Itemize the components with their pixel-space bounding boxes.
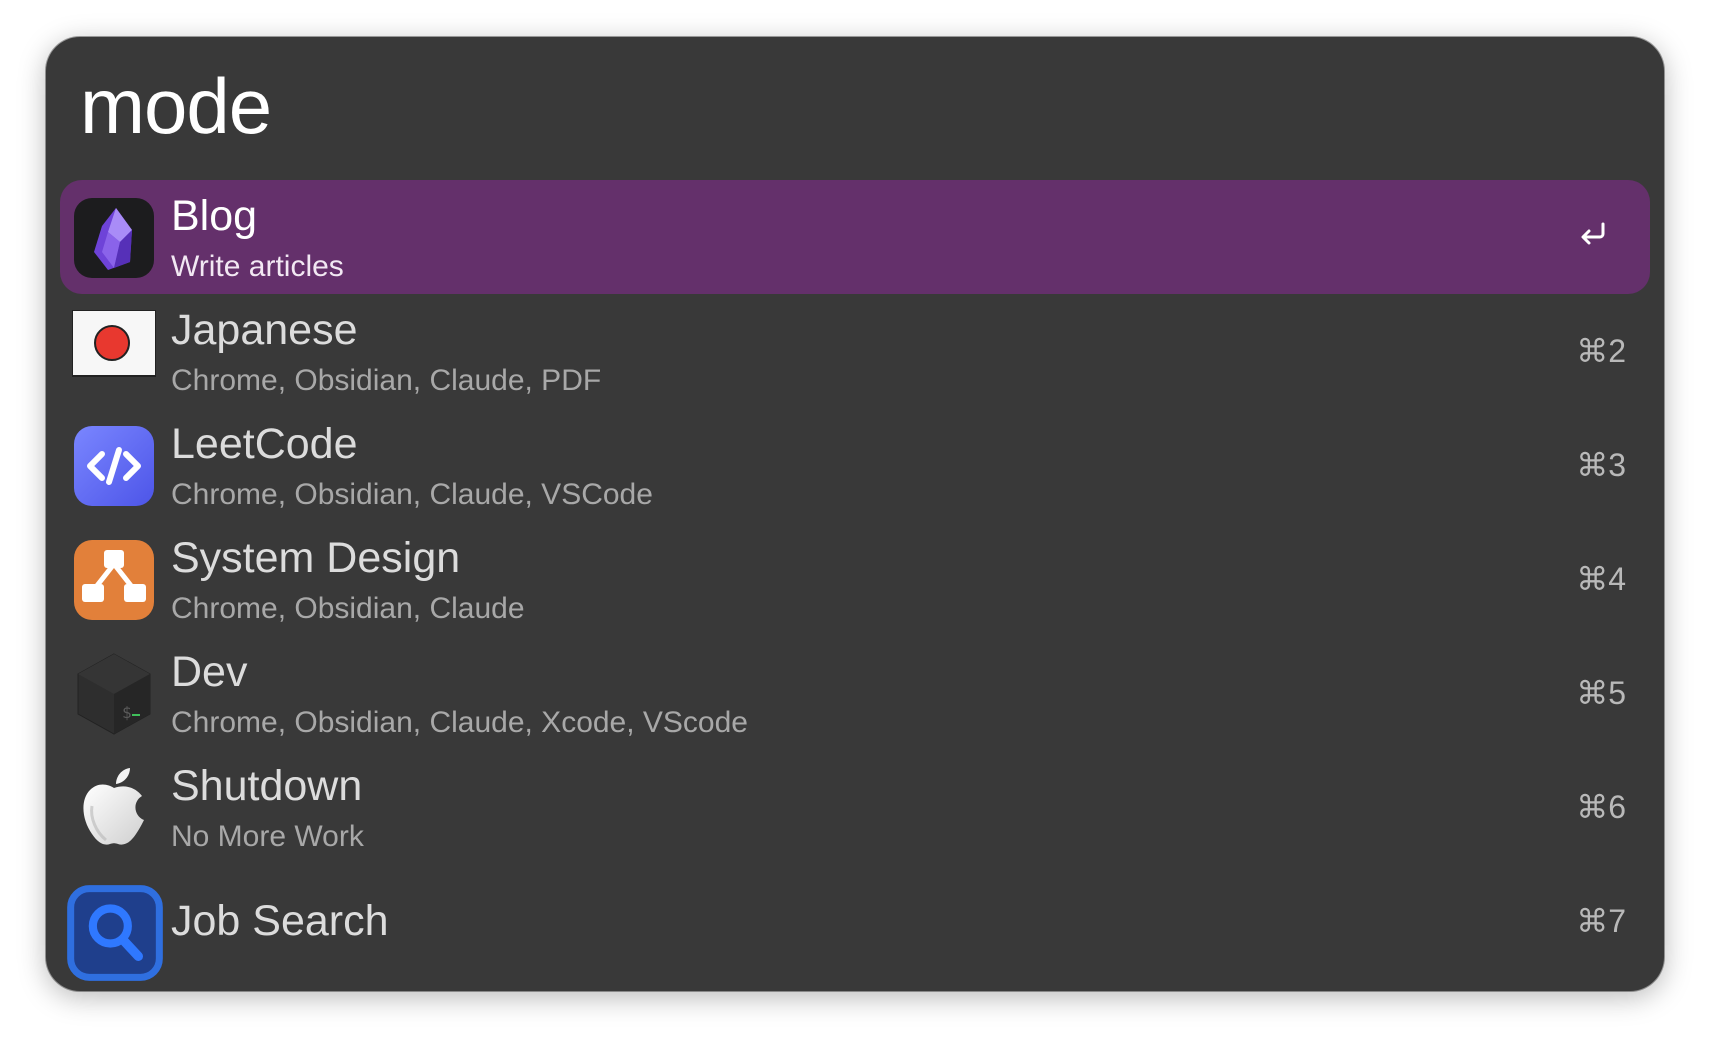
terminal-icon: $	[77, 653, 151, 735]
search-query-input[interactable]: mode	[80, 67, 272, 145]
shortcut-hint: ⌘7	[1576, 903, 1626, 939]
result-subtitle: Chrome, Obsidian, Claude	[171, 592, 525, 625]
code-icon	[74, 426, 154, 506]
apple-icon	[83, 768, 144, 845]
result-item-shutdown[interactable]: Shutdown No More Work ⌘6	[60, 750, 1650, 864]
diagram-icon	[74, 540, 154, 620]
result-subtitle: No More Work	[171, 820, 364, 853]
shortcut-hint: ⌘5	[1576, 675, 1626, 711]
result-title: Japanese	[171, 306, 358, 354]
result-item-system-design[interactable]: System Design Chrome, Obsidian, Claude ⌘…	[60, 522, 1650, 636]
result-title: System Design	[171, 534, 461, 582]
result-item-leetcode[interactable]: LeetCode Chrome, Obsidian, Claude, VSCod…	[60, 408, 1650, 522]
magnifier-icon	[67, 885, 163, 981]
results-list: Blog Write articles Japanese Chrome, Obs…	[60, 180, 1650, 981]
result-item-job-search[interactable]: Job Search ⌘7	[60, 864, 1650, 981]
result-subtitle: Chrome, Obsidian, Claude, Xcode, VScode	[171, 706, 748, 739]
shortcut-hint: ⌘6	[1576, 789, 1626, 825]
shortcut-hint: ⌘3	[1576, 447, 1626, 483]
launcher-window: mode Blog Write articles Japanese Chrome…	[46, 37, 1664, 991]
result-subtitle: Write articles	[171, 250, 344, 283]
svg-text:$: $	[122, 703, 132, 722]
result-title: Job Search	[171, 897, 389, 945]
result-title: Shutdown	[171, 762, 363, 810]
result-title: Dev	[171, 648, 248, 696]
return-key-icon	[1581, 222, 1605, 245]
obsidian-icon	[74, 198, 154, 278]
result-item-japanese[interactable]: Japanese Chrome, Obsidian, Claude, PDF ⌘…	[60, 294, 1650, 408]
result-title: Blog	[171, 192, 258, 240]
result-subtitle: Chrome, Obsidian, Claude, VSCode	[171, 478, 653, 511]
result-item-blog[interactable]: Blog Write articles	[60, 180, 1650, 294]
result-subtitle: Chrome, Obsidian, Claude, PDF	[171, 364, 602, 397]
shortcut-hint: ⌘4	[1576, 561, 1626, 597]
shortcut-hint: ⌘2	[1576, 333, 1626, 369]
result-item-dev[interactable]: $ Dev Chrome, Obsidian, Claude, Xcode, V…	[60, 636, 1650, 750]
result-title: LeetCode	[171, 420, 358, 468]
japan-flag-icon	[72, 310, 156, 377]
